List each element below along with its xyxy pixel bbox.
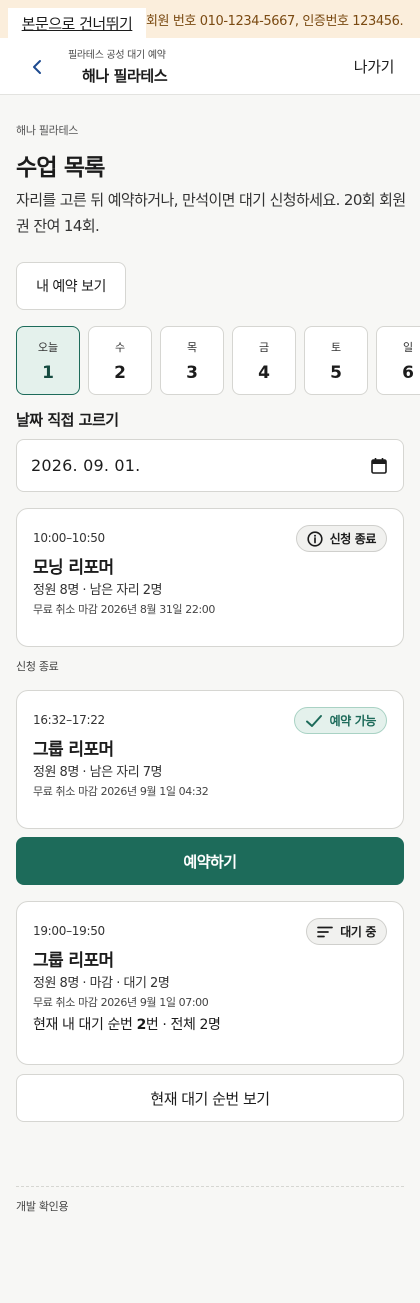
day-chip-label: 오늘 [37,341,59,354]
day-chip-sun[interactable]: 일 6 [376,326,420,395]
status-badge: 예약 가능 [293,707,387,734]
list-icon [317,926,334,937]
class-card: 19:00–19:50 대기 중 그룹 리포머 정원 8명 · 마감 · 대기 … [16,901,404,1065]
header-subtitle: 필라테스 공성 대기 예약 [68,50,166,61]
calendar-icon[interactable] [371,457,387,474]
app-header: 필라테스 공성 대기 예약 해나 필라테스 나가기 [0,38,420,95]
date-input-value: 2026. 09. 01. [31,456,141,475]
info-icon [307,530,323,547]
day-chip-sat[interactable]: 토 5 [304,326,368,395]
day-selector: 오늘 1 수 2 목 3 금 4 토 5 일 6 [16,326,420,395]
class-time: 10:00–10:50 [33,531,105,545]
day-chip-today[interactable]: 오늘 1 [16,326,80,395]
day-chip-wed[interactable]: 수 2 [88,326,152,395]
day-chip-label: 목 [186,341,198,354]
day-chip-number: 3 [186,363,198,383]
day-chip-label: 수 [114,341,126,354]
waitlist-number: 2 [136,1017,147,1033]
status-badge: 신청 종료 [295,525,387,552]
my-reservations-button[interactable]: 내 예약 보기 [16,262,126,310]
page-description: 자리를 고른 뒤 예약하거나, 만석이면 대기 신청하세요. 20회 회원권 잔… [16,191,406,235]
day-chip-label: 토 [330,341,342,354]
class-cancel-deadline: 무료 취소 마감 2026년 8월 31일 22:00 [33,603,215,616]
status-badge-label: 예약 가능 [329,714,377,728]
day-chip-label: 금 [258,341,270,354]
status-note: 신청 종료 [16,660,59,673]
day-chip-number: 4 [258,363,270,383]
page-title: 수업 목록 [16,155,105,181]
class-cancel-deadline: 무료 취소 마감 2026년 9월 1일 04:32 [33,785,209,798]
class-name: 그룹 리포머 [33,951,114,971]
footer-divider [16,1186,404,1187]
waitlist-suffix: 번 · 전체 2명 [145,1017,221,1033]
day-chip-number: 2 [114,363,126,383]
status-badge-label: 대기 중 [340,925,376,939]
class-time: 19:00–19:50 [33,924,105,938]
day-chip-fri[interactable]: 금 4 [232,326,296,395]
day-chip-number: 1 [42,363,54,383]
dev-note: 개발 확인용 [16,1200,69,1213]
view-waitlist-button[interactable]: 현재 대기 순번 보기 [16,1074,404,1122]
status-badge-label: 신청 종료 [329,532,377,546]
banner-info-text: 회원 번호 010-1234-5667, 인증번호 123456. [146,14,404,29]
class-cancel-deadline: 무료 취소 마감 2026년 9월 1일 07:00 [33,996,209,1009]
class-card: 16:32–17:22 예약 가능 그룹 리포머 정원 8명 · 남은 자리 7… [16,690,404,829]
class-name: 모닝 리포머 [33,558,114,578]
date-picker-label: 날짜 직접 고르기 [16,411,119,429]
status-badge: 대기 중 [306,918,387,945]
class-time: 16:32–17:22 [33,713,105,727]
day-chip-number: 6 [402,363,414,383]
date-input[interactable]: 2026. 09. 01. [16,439,404,492]
studio-name: 해나 필라테스 [16,124,79,137]
waitlist-position: 현재 내 대기 순번 2번 · 전체 2명 [33,1014,221,1034]
reserve-button[interactable]: 예약하기 [16,837,404,885]
class-card: 10:00–10:50 신청 종료 모닝 리포머 정원 8명 · 남은 자리 2… [16,508,404,647]
chevron-left-icon [33,60,41,74]
skip-to-content-link[interactable]: 본문으로 건너뛰기 [8,8,146,38]
back-button[interactable] [24,54,50,80]
waitlist-prefix: 현재 내 대기 순번 [33,1017,137,1033]
day-chip-number: 5 [330,363,342,383]
class-capacity: 정원 8명 · 남은 자리 2명 [33,583,163,598]
exit-button[interactable]: 나가기 [354,56,395,77]
header-title: 해나 필라테스 [82,67,168,85]
check-icon [305,714,322,727]
day-chip-thu[interactable]: 목 3 [160,326,224,395]
class-name: 그룹 리포머 [33,740,114,760]
class-capacity: 정원 8명 · 마감 · 대기 2명 [33,976,170,991]
class-capacity: 정원 8명 · 남은 자리 7명 [33,765,163,780]
day-chip-label: 일 [402,341,414,354]
